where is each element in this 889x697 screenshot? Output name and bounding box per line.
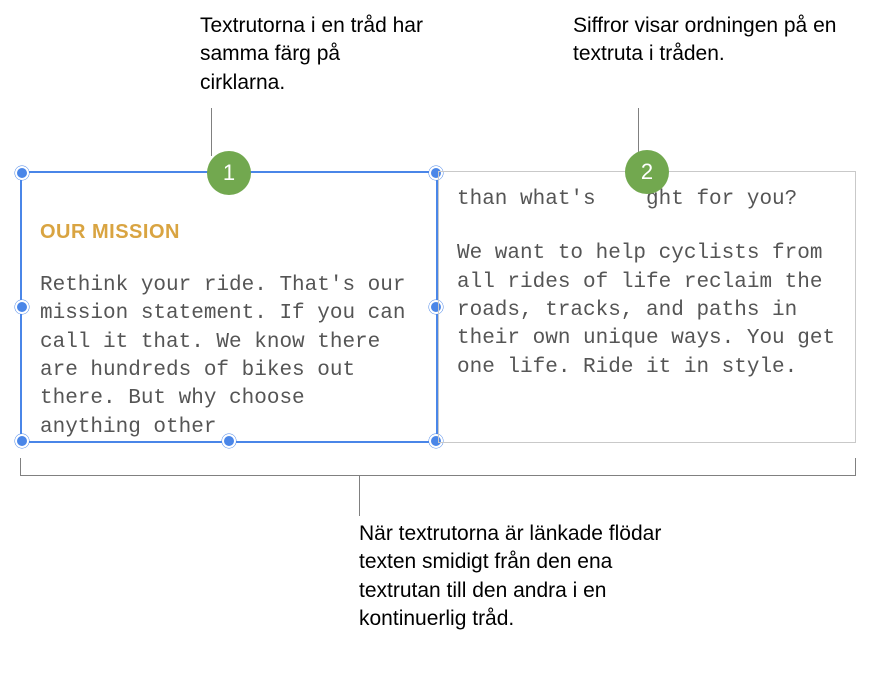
bracket-line [20,458,856,476]
selection-handle-icon[interactable] [15,434,29,448]
selection-handle-icon[interactable] [222,434,236,448]
textbox-1-heading: OUR MISSION [40,221,418,244]
selection-handle-icon[interactable] [15,166,29,180]
textbox-1[interactable]: OUR MISSION Rethink your ride. That's ou… [20,171,438,443]
callout-linked-flow: När textrutorna är länkade flödar texten… [359,520,679,633]
callout-leader-line [638,108,639,156]
callout-leader-line [211,108,212,156]
badge-number: 2 [641,159,653,185]
badge-number: 1 [223,160,235,186]
textbox-1-body: Rethink your ride. That's our mission st… [40,272,418,442]
thread-order-badge-2[interactable]: 2 [625,150,669,194]
thread-order-badge-1[interactable]: 1 [207,151,251,195]
textbox-2-body-b: We want to help cyclists from all rides … [457,240,837,382]
callout-leader-line [359,476,360,516]
callout-circle-color: Textrutorna i en tråd har samma färg på … [200,12,430,97]
selection-handle-icon[interactable] [15,300,29,314]
textbox-2[interactable]: than what's ght for you? We want to help… [438,171,856,443]
linked-textboxes-row: OUR MISSION Rethink your ride. That's ou… [20,171,856,443]
callout-number-order: Siffror visar ordningen på en textruta i… [573,12,853,69]
